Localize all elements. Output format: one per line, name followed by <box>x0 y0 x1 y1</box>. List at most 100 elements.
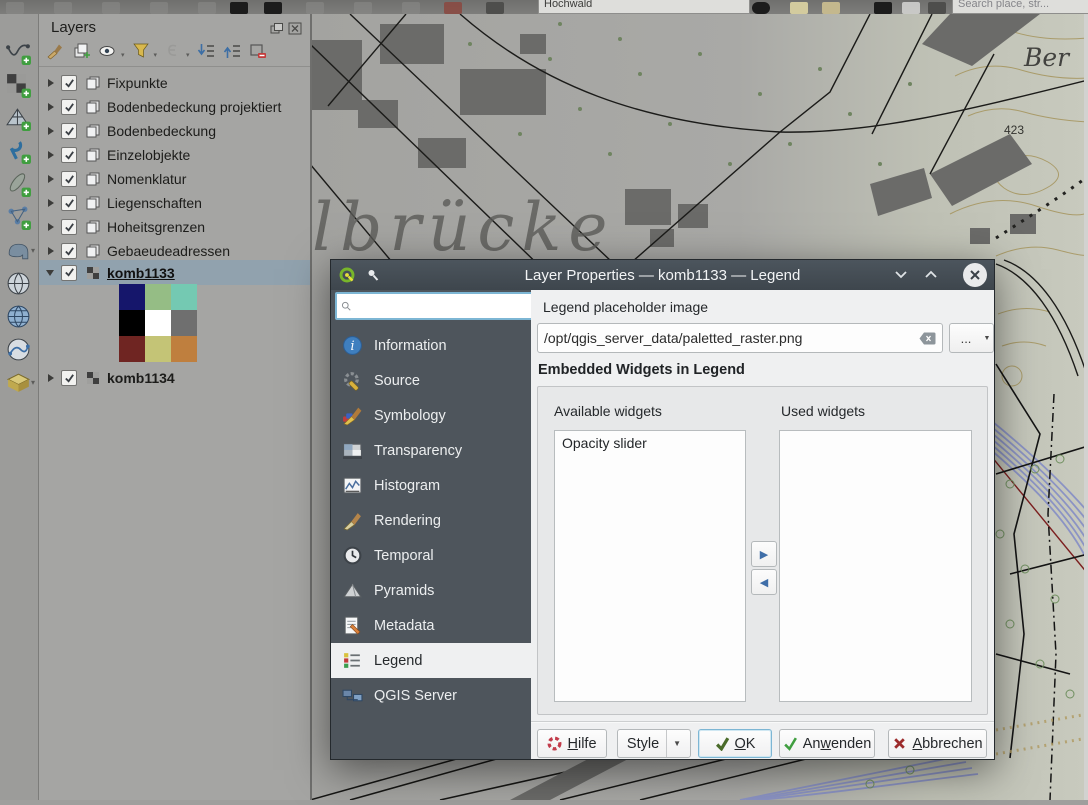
ok-button[interactable]: OK <box>698 729 772 758</box>
toolbar-icon[interactable] <box>6 2 24 14</box>
layer-row-selected[interactable]: komb1133 <box>39 260 310 285</box>
add-geopackage-layer-icon[interactable] <box>5 171 32 198</box>
placeholder-image-path-input[interactable] <box>538 330 919 346</box>
print-icon[interactable] <box>928 2 946 14</box>
toolbar-icon[interactable] <box>402 2 420 14</box>
layer-checkbox[interactable] <box>61 147 77 163</box>
layer-checkbox[interactable] <box>61 99 77 115</box>
list-item[interactable]: Opacity slider <box>555 431 745 455</box>
apply-button[interactable]: Anwenden <box>779 729 875 758</box>
add-group-icon[interactable] <box>73 42 92 60</box>
collapse-icon[interactable] <box>46 270 54 276</box>
properties-search-box[interactable] <box>335 292 533 320</box>
browse-dropdown-icon[interactable]: ▼ <box>981 323 994 353</box>
used-widgets-list[interactable] <box>779 430 972 702</box>
shade-chevron-up-icon[interactable] <box>924 269 938 280</box>
tab-temporal[interactable]: Temporal <box>331 538 531 573</box>
add-wms-layer-icon[interactable] <box>5 303 32 330</box>
chevron-down-icon[interactable]: ▾ <box>31 247 38 254</box>
remove-layer-icon[interactable] <box>249 42 268 60</box>
toolbar-icon[interactable] <box>102 2 120 14</box>
tab-metadata[interactable]: Metadata <box>331 608 531 643</box>
tab-qgis-server[interactable]: QGIS Server <box>331 678 531 713</box>
expand-all-icon[interactable] <box>197 42 216 60</box>
add-wfs-layer-icon[interactable] <box>5 336 32 363</box>
expand-icon[interactable] <box>48 175 54 183</box>
add-postgis-layer-icon[interactable] <box>5 237 32 264</box>
toolbar-icon[interactable] <box>198 2 216 14</box>
toolbar-icon[interactable] <box>752 2 770 14</box>
shade-chevron-down-icon[interactable] <box>894 269 908 280</box>
toolbar-icon[interactable] <box>230 2 248 14</box>
close-panel-icon[interactable] <box>288 22 302 35</box>
layer-row[interactable]: Einzelobjekte <box>39 143 310 167</box>
layer-row[interactable]: komb1134 <box>39 366 310 390</box>
search-input[interactable] <box>351 296 531 316</box>
chevron-down-icon[interactable]: ▾ <box>121 51 125 59</box>
toolbar-icon[interactable] <box>444 2 462 14</box>
tab-rendering[interactable]: Rendering <box>331 503 531 538</box>
layer-checkbox[interactable] <box>61 265 77 281</box>
expand-icon[interactable] <box>48 127 54 135</box>
add-oracle-layer-icon[interactable] <box>5 270 32 297</box>
toolbar-icon[interactable] <box>306 2 324 14</box>
toolbar-icon[interactable] <box>354 2 372 14</box>
layer-checkbox[interactable] <box>61 171 77 187</box>
layer-row[interactable]: Liegenschaften <box>39 191 310 215</box>
add-web-layer-icon[interactable] <box>5 369 32 396</box>
help-button[interactable]: Hilfe <box>537 729 607 758</box>
browse-button[interactable]: ... <box>949 323 983 353</box>
tab-pyramids[interactable]: Pyramids <box>331 573 531 608</box>
available-widgets-list[interactable]: Opacity slider <box>554 430 746 702</box>
expand-icon[interactable] <box>48 151 54 159</box>
layer-checkbox[interactable] <box>61 219 77 235</box>
tab-legend[interactable]: Legend <box>331 643 531 678</box>
layer-row[interactable]: Hoheitsgrenzen <box>39 215 310 239</box>
toolbar-icon[interactable] <box>150 2 168 14</box>
close-icon[interactable] <box>963 263 987 287</box>
placeholder-image-path-field[interactable] <box>537 323 943 353</box>
style-button[interactable]: Style ▼ <box>617 729 691 758</box>
layers-stack-icon[interactable] <box>790 2 808 14</box>
tab-information[interactable]: i Information <box>331 328 531 363</box>
layer-checkbox[interactable] <box>61 195 77 211</box>
layer-checkbox[interactable] <box>61 123 77 139</box>
layer-row[interactable]: Bodenbedeckung projektiert <box>39 95 310 119</box>
locator-combobox[interactable]: Hochwald <box>538 0 750 14</box>
expand-icon[interactable] <box>48 247 54 255</box>
cancel-button[interactable]: Abbrechen <box>888 729 987 758</box>
tab-source[interactable]: Source <box>331 363 531 398</box>
layer-checkbox[interactable] <box>61 243 77 259</box>
add-delimited-text-layer-icon[interactable] <box>5 138 32 165</box>
add-widget-button[interactable]: ▶ <box>751 541 777 567</box>
expand-icon[interactable] <box>48 103 54 111</box>
layer-row[interactable]: Nomenklatur <box>39 167 310 191</box>
layer-checkbox[interactable] <box>61 370 77 386</box>
chevron-down-icon[interactable]: ▾ <box>186 51 190 59</box>
expand-icon[interactable] <box>48 374 54 382</box>
add-raster-layer-icon[interactable] <box>5 72 32 99</box>
toolbar-icon[interactable] <box>822 2 840 14</box>
expand-icon[interactable] <box>48 79 54 87</box>
toolbar-icon[interactable] <box>264 2 282 14</box>
toolbar-icon[interactable] <box>54 2 72 14</box>
tab-histogram[interactable]: Histogram <box>331 468 531 503</box>
toolbar-icon[interactable] <box>486 2 504 14</box>
chevron-down-icon[interactable]: ▾ <box>31 379 38 386</box>
add-vector-layer-icon[interactable] <box>5 39 32 66</box>
search-place-input[interactable]: Search place, str... <box>952 0 1088 14</box>
collapse-all-icon[interactable] <box>223 42 242 60</box>
tab-symbology[interactable]: Symbology <box>331 398 531 433</box>
user-icon[interactable] <box>874 2 892 14</box>
layer-row[interactable]: Fixpunkte <box>39 71 310 95</box>
dialog-titlebar[interactable]: Layer Properties — komb1133 — Legend <box>331 260 994 290</box>
layer-row[interactable]: Bodenbedeckung <box>39 119 310 143</box>
open-layer-styling-icon[interactable] <box>47 42 66 60</box>
expand-icon[interactable] <box>48 199 54 207</box>
manage-map-themes-icon[interactable] <box>99 42 118 60</box>
remove-widget-button[interactable]: ◀ <box>751 569 777 595</box>
layer-checkbox[interactable] <box>61 75 77 91</box>
note-icon[interactable] <box>902 2 920 14</box>
tab-transparency[interactable]: Transparency <box>331 433 531 468</box>
clear-text-icon[interactable] <box>919 332 936 345</box>
